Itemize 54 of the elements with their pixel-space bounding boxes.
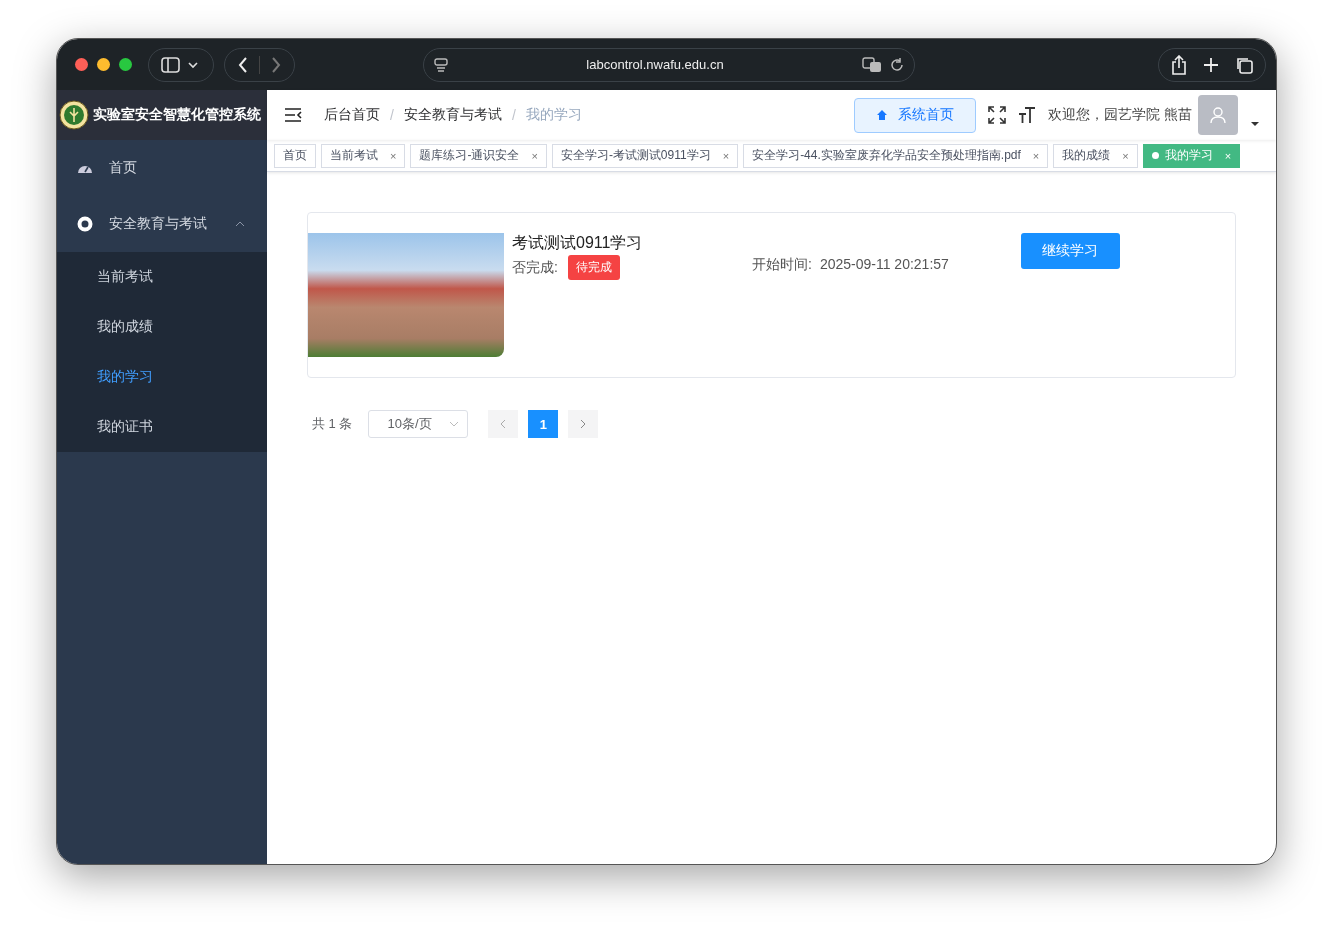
sidebar-item[interactable]: 安全教育与考试	[57, 196, 267, 252]
submenu-item[interactable]: 当前考试	[57, 252, 267, 302]
close-icon[interactable]: ×	[1122, 149, 1129, 162]
home-icon	[876, 109, 889, 121]
tabs-overview-icon[interactable]	[1235, 55, 1253, 74]
status-tag: 待完成	[567, 255, 620, 280]
breadcrumb-separator: /	[511, 107, 516, 123]
close-icon[interactable]: ×	[1032, 149, 1040, 162]
tab[interactable]: 当前考试 ×	[321, 143, 406, 168]
submenu-item[interactable]: 我的证书	[57, 402, 267, 452]
status-label: 否完成:	[512, 258, 558, 277]
forward-icon[interactable]	[270, 55, 282, 74]
fullscreen-icon[interactable]	[988, 106, 1007, 124]
close-button[interactable]	[75, 58, 88, 71]
start-time-label: 开始时间:	[752, 256, 812, 274]
active-dot-icon	[1151, 152, 1159, 159]
minimize-button[interactable]	[97, 58, 110, 71]
dropdown-caret-icon[interactable]	[1250, 121, 1260, 127]
submenu-item[interactable]: 我的成绩	[57, 302, 267, 352]
welcome-text: 欢迎您，园艺学院 熊苗	[1048, 106, 1192, 124]
course-title: 考试测试0911学习	[512, 233, 644, 253]
close-icon[interactable]: ×	[722, 149, 730, 162]
total-count: 共 1 条	[312, 415, 353, 433]
page-size-select[interactable]: 10条/页	[368, 410, 469, 438]
tab[interactable]: 题库练习-通识安全 ×	[410, 143, 547, 168]
tab[interactable]: 首页	[274, 143, 316, 168]
start-time: 2025-09-11 20:21:57	[819, 256, 949, 274]
chevron-left-icon	[499, 419, 508, 429]
url-text: labcontrol.nwafu.edu.cn	[585, 57, 725, 72]
university-logo-icon	[59, 100, 89, 130]
page-menu-icon[interactable]	[434, 57, 448, 72]
chevron-down-icon	[449, 421, 460, 427]
sidebar-icon	[161, 55, 201, 74]
tab[interactable]: 安全学习-考试测试0911学习 ×	[551, 143, 739, 168]
tab[interactable]: 安全学习-44.实验室废弃化学品安全预处理指南.pdf ×	[743, 143, 1049, 168]
share-icon[interactable]	[1171, 54, 1187, 75]
app-title: 实验室安全智慧化管控系统	[93, 106, 261, 124]
system-home-button[interactable]: 系统首页	[854, 97, 977, 133]
breadcrumb-link[interactable]: 安全教育与考试	[403, 106, 502, 124]
close-icon[interactable]: ×	[531, 149, 538, 162]
ring-icon	[77, 216, 93, 232]
font-size-icon[interactable]	[1018, 106, 1037, 124]
tab[interactable]: 我的成绩 ×	[1053, 143, 1138, 168]
chevron-right-icon	[579, 419, 588, 429]
back-icon[interactable]	[237, 55, 249, 74]
breadcrumb-separator: /	[390, 107, 394, 123]
reload-icon[interactable]	[890, 57, 904, 72]
submenu-item[interactable]: 我的学习	[57, 352, 267, 402]
breadcrumb-link[interactable]: 后台首页	[324, 106, 380, 124]
close-icon[interactable]: ×	[390, 149, 397, 162]
zoom-button[interactable]	[119, 58, 132, 71]
menu-icon[interactable]	[284, 107, 302, 123]
plus-icon[interactable]	[1203, 56, 1219, 73]
sidebar-item[interactable]: 首页	[57, 140, 267, 196]
